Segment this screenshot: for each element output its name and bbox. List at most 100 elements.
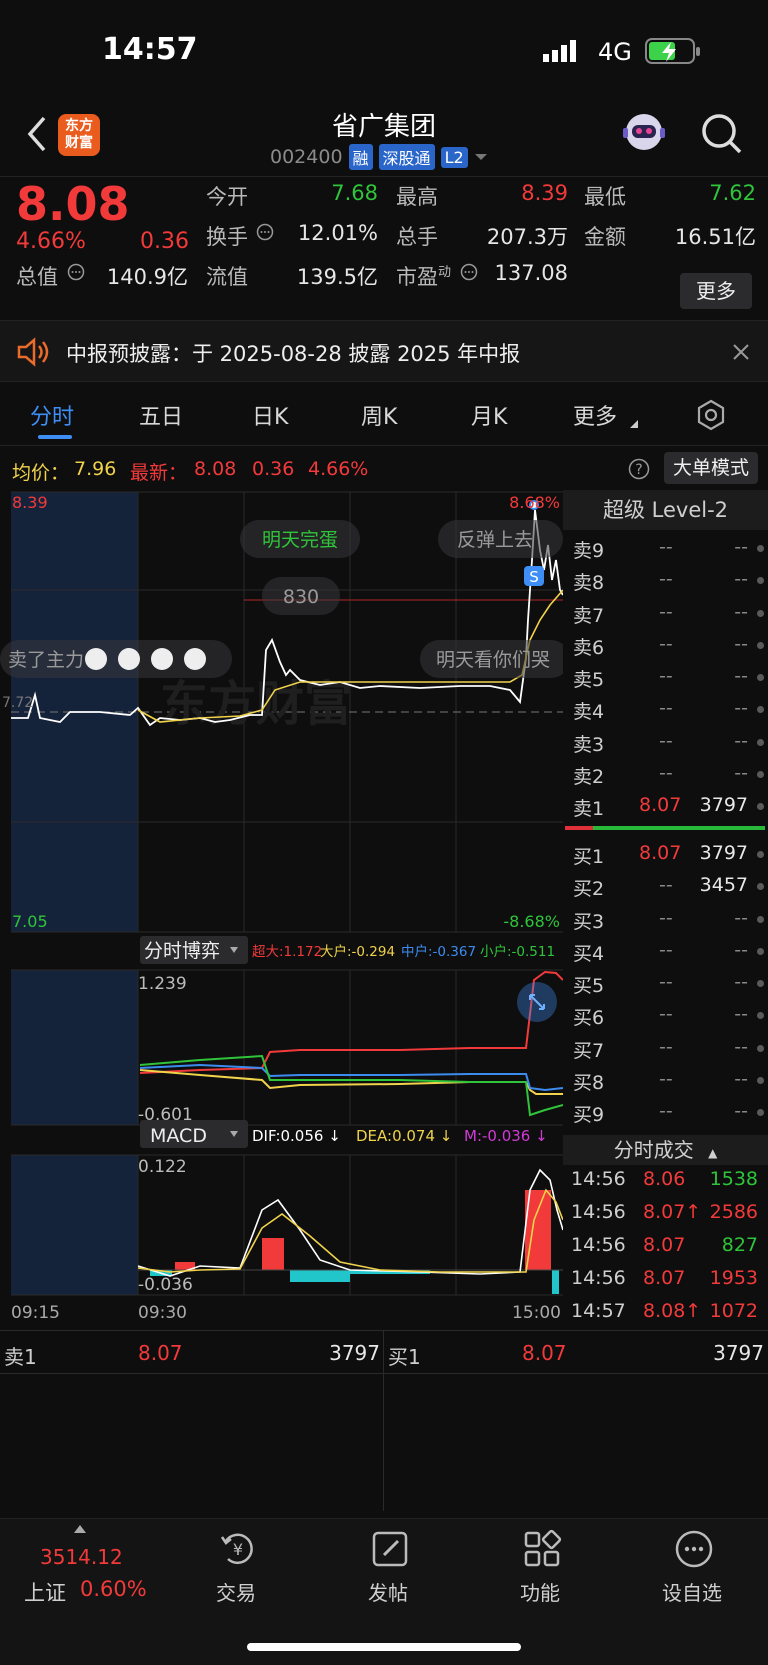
bid-label: 买4 bbox=[573, 942, 605, 965]
info-icon[interactable] bbox=[67, 263, 85, 281]
ask-volume: 3797 bbox=[699, 794, 748, 817]
dot bbox=[757, 803, 764, 811]
nav-post-label: 发帖 bbox=[368, 1581, 408, 1605]
pct-bottom-label: -8.68% bbox=[503, 912, 560, 931]
bid-row: 买6 -- -- bbox=[563, 999, 768, 1031]
ask-row: 卖2 -- -- bbox=[563, 758, 768, 790]
ask1-label: 卖1 bbox=[4, 1345, 37, 1369]
status-bar: 14:57 4G bbox=[0, 0, 768, 100]
dot bbox=[757, 577, 764, 585]
bid-row: 买8 -- -- bbox=[563, 1064, 768, 1096]
help-icon[interactable]: ? bbox=[628, 458, 650, 480]
bid-label: 买7 bbox=[573, 1039, 605, 1062]
chart-tabs: 分时 五日 日K 周K 月K 更多 bbox=[0, 383, 768, 443]
macd-histogram bbox=[150, 1190, 559, 1294]
last-price: 8.08 bbox=[16, 177, 130, 231]
ask-row: 卖6 -- -- bbox=[563, 629, 768, 661]
index-value: 3514.12 bbox=[40, 1545, 123, 1569]
stock-code: 002400 bbox=[270, 146, 343, 168]
latest-label: 最新： bbox=[130, 462, 188, 484]
ask-label: 卖8 bbox=[573, 572, 605, 595]
settings-icon[interactable] bbox=[695, 399, 727, 431]
expand-up-icon bbox=[74, 1525, 86, 1533]
dropdown-icon[interactable] bbox=[474, 152, 488, 162]
dot bbox=[757, 706, 764, 714]
trade-price: 8.07↑ bbox=[643, 1201, 702, 1223]
bubble-text: 明天看你们哭 bbox=[436, 649, 550, 671]
post-icon bbox=[372, 1531, 408, 1567]
bid-label: 买2 bbox=[573, 878, 605, 901]
ask-label: 卖3 bbox=[573, 733, 605, 756]
bid-volume: -- bbox=[734, 906, 748, 929]
bid1-label: 买1 bbox=[388, 1345, 421, 1369]
trade-icon: ¥ bbox=[220, 1533, 253, 1565]
intraday-chart[interactable]: 东方财富 明天完蛋 反弹上去 830 卖了主力 明天看你们哭 S 8.39 7.… bbox=[0, 490, 563, 1320]
bid-price: -- bbox=[659, 1068, 673, 1091]
y-top-label: 8.39 bbox=[12, 493, 48, 512]
bid-price: -- bbox=[659, 1003, 673, 1026]
bid-label: 买6 bbox=[573, 1007, 605, 1030]
speaker-icon bbox=[17, 337, 49, 367]
bid-price: -- bbox=[659, 971, 673, 994]
ask-price: -- bbox=[659, 536, 673, 558]
tab-intraday[interactable]: 分时 bbox=[30, 399, 74, 431]
quote-panel: 8.08 4.66% 0.36 总值 140.9亿 今开 7.68 最高 8.3… bbox=[0, 176, 768, 320]
orderbook-asks: 卖9 -- -- 卖8 -- -- 卖7 -- -- 卖6 -- -- 卖5 -- -- 卖4 -- -… bbox=[563, 532, 768, 823]
trade-row: 14:57 8.08↑ 1072 bbox=[563, 1296, 768, 1329]
grid-icon bbox=[524, 1529, 562, 1567]
open-label: 今开 bbox=[206, 185, 248, 209]
index-ticker[interactable]: 3514.12 上证 0.60% bbox=[0, 1519, 160, 1619]
ask-volume: -- bbox=[734, 697, 748, 720]
mktcap-value: 140.9亿 bbox=[106, 265, 188, 289]
bubble-text: 反弹上去 bbox=[457, 529, 533, 551]
more-button[interactable]: 更多 bbox=[680, 273, 752, 309]
bid-price: -- bbox=[659, 1035, 673, 1058]
orderbook-title[interactable]: 超级 Level-2 bbox=[563, 490, 768, 530]
trades-title[interactable]: 分时成交 ▲ bbox=[563, 1135, 768, 1165]
tab-week-k[interactable]: 周K bbox=[361, 399, 397, 431]
tag-level2: L2 bbox=[440, 146, 468, 168]
trade-price: 8.07 bbox=[643, 1267, 686, 1289]
info-icon[interactable] bbox=[256, 223, 274, 241]
bid-price: 8.07 bbox=[639, 842, 682, 864]
turnover-label: 换手 bbox=[206, 225, 248, 249]
tab-more[interactable]: 更多 bbox=[573, 399, 617, 431]
info-icon[interactable] bbox=[460, 263, 478, 281]
tab-five-day[interactable]: 五日 bbox=[139, 399, 183, 431]
dot bbox=[757, 883, 764, 891]
bid-price: -- bbox=[659, 874, 673, 897]
nav-trade-label: 交易 bbox=[216, 1581, 256, 1605]
ask-price: -- bbox=[659, 632, 673, 655]
tab-day-k[interactable]: 日K bbox=[252, 399, 288, 431]
mktcap-label: 总值 bbox=[16, 265, 58, 289]
trade-time: 14:56 bbox=[571, 1168, 626, 1190]
ask-row: 卖5 -- -- bbox=[563, 661, 768, 693]
dot bbox=[757, 674, 764, 682]
big-order-mode-button[interactable]: 大单模式 bbox=[664, 452, 758, 484]
change-amount: 0.36 bbox=[140, 229, 189, 254]
home-indicator[interactable] bbox=[247, 1643, 521, 1651]
ask-label: 卖2 bbox=[573, 766, 605, 789]
pe-value: 137.08 bbox=[494, 261, 568, 285]
tab-month-k[interactable]: 月K bbox=[471, 399, 507, 431]
ask-row: 卖9 -- -- bbox=[563, 532, 768, 564]
prev-close-label: 7.72 bbox=[2, 695, 33, 711]
bid-label: 买5 bbox=[573, 975, 605, 998]
tab-indicator bbox=[38, 435, 72, 439]
close-icon[interactable] bbox=[732, 343, 750, 361]
high-label: 最高 bbox=[396, 185, 438, 209]
bid-label: 买8 bbox=[573, 1072, 605, 1095]
bid-label: 买1 bbox=[573, 846, 605, 868]
time-label-open: 09:30 bbox=[138, 1303, 187, 1320]
bubble-text: 830 bbox=[283, 586, 319, 608]
nav-functions-label: 功能 bbox=[520, 1581, 560, 1605]
ask-volume: -- bbox=[734, 632, 748, 655]
avg-label: 均价： bbox=[12, 462, 70, 484]
robot-assistant-icon[interactable] bbox=[620, 108, 668, 156]
search-icon[interactable] bbox=[700, 112, 744, 156]
trades-list: 14:56 8.06 1538 14:56 8.07↑ 2586 14:56 8.07 82… bbox=[563, 1164, 768, 1329]
notice-bar[interactable]: 中报预披露：于 2025-08-28 披露 2025 年中报 bbox=[0, 320, 768, 382]
more-dots-icon bbox=[675, 1530, 713, 1568]
signal-icon bbox=[543, 40, 576, 62]
trade-row: 14:56 8.07↑ 2586 bbox=[563, 1197, 768, 1230]
